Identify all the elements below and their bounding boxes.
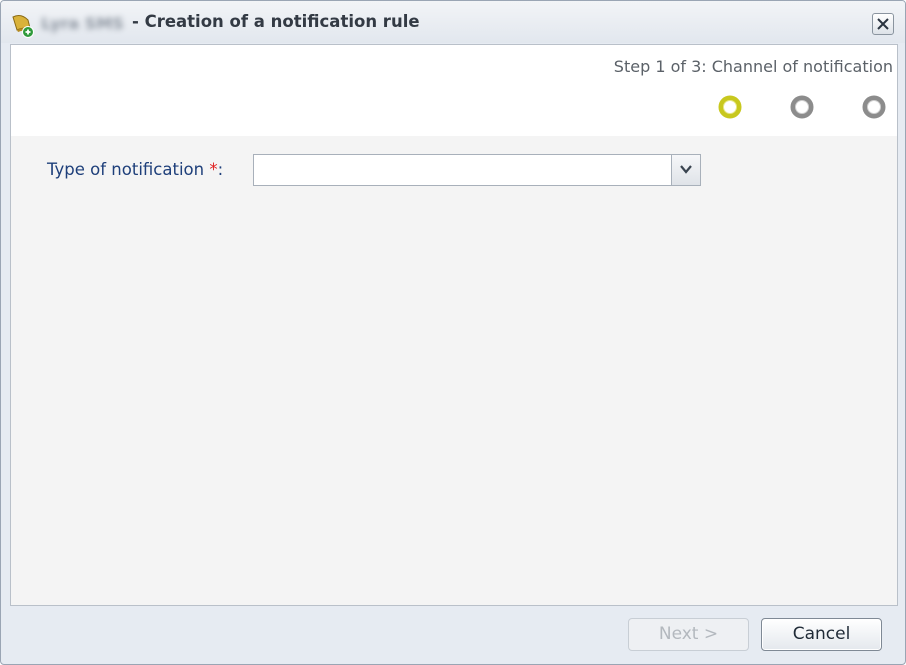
- cancel-button[interactable]: Cancel: [761, 618, 882, 651]
- step-2-indicator-icon: [790, 95, 814, 119]
- close-button[interactable]: [872, 13, 894, 35]
- bell-add-icon: [8, 11, 36, 39]
- required-marker: *: [209, 160, 218, 179]
- close-icon: [877, 18, 889, 30]
- next-button[interactable]: Next >: [628, 618, 749, 651]
- app-name: Lyra SMS: [41, 14, 124, 33]
- select-dropdown-button[interactable]: [671, 155, 700, 185]
- wizard-panel: Step 1 of 3: Channel of notification Typ…: [10, 44, 898, 606]
- step-3-indicator-icon: [862, 95, 886, 119]
- step-header: Step 1 of 3: Channel of notification: [11, 45, 897, 136]
- step-indicator-text: Step 1 of 3: Channel of notification: [613, 57, 893, 76]
- dialog-titlebar: Lyra SMS - Creation of a notification ru…: [1, 1, 905, 43]
- label-colon: :: [217, 160, 224, 179]
- dialog-title: - Creation of a notification rule: [132, 12, 420, 31]
- type-label-text: Type of notification: [47, 160, 205, 179]
- type-of-notification-select[interactable]: [253, 154, 701, 186]
- step-1-indicator-icon: [718, 95, 742, 119]
- type-of-notification-label: Type of notification *:: [47, 160, 223, 179]
- chevron-down-icon: [680, 165, 692, 174]
- dialog-window: Lyra SMS - Creation of a notification ru…: [0, 0, 906, 665]
